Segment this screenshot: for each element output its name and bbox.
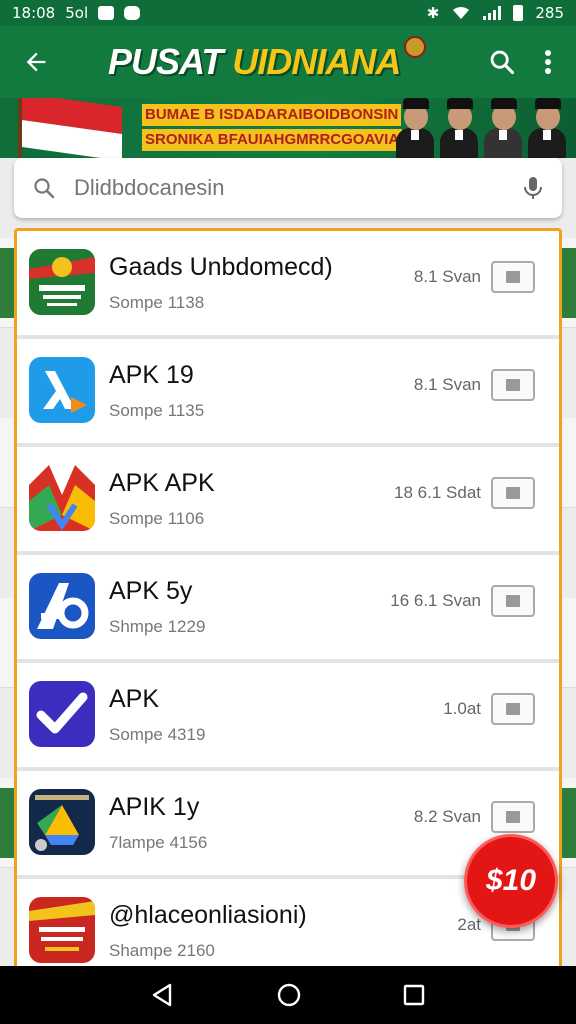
app-list-item[interactable]: Gaads Unbdomecd) Sompe 1138 8.1 Svan <box>17 231 559 335</box>
overflow-menu-button[interactable] <box>526 38 570 86</box>
promo-banner[interactable]: BUMAE B ISDADARAIBOIDBONSIN SRONIKA BFAU… <box>0 98 576 158</box>
app-subtitle: 7lampe 4156 <box>109 833 208 852</box>
system-nav-bar <box>0 966 576 1024</box>
emblem-icon <box>404 36 427 58</box>
download-button[interactable] <box>491 801 535 833</box>
download-button[interactable] <box>491 693 535 725</box>
app-name: APIK 1y <box>109 793 200 821</box>
app-subtitle: Sompe 1106 <box>109 509 205 528</box>
app-size: 1.0at <box>443 699 481 718</box>
search-icon <box>490 50 515 75</box>
a-letter-icon <box>29 573 95 639</box>
mic-icon[interactable] <box>522 175 544 201</box>
banner-people-image <box>396 98 566 158</box>
search-bar[interactable] <box>14 158 562 218</box>
app-list-item[interactable]: APK 5y Shmpe 1229 16 6.1 Svan <box>17 555 559 659</box>
maps-icon <box>29 465 95 531</box>
back-button[interactable] <box>8 34 64 90</box>
app-size: 2at <box>457 915 481 934</box>
notification-icon <box>98 6 115 20</box>
arrow-left-icon <box>26 52 46 72</box>
app-size: 8.1 Svan <box>413 375 481 394</box>
page-title: PUSAT UIDNIANA <box>108 41 401 83</box>
red-seal-icon <box>29 897 95 963</box>
price-fab-button[interactable]: $10 <box>464 834 558 928</box>
indonesia-flag-icon <box>22 98 122 158</box>
banner-line-1: BUMAE B ISDADARAIBOIDBONSIN <box>142 104 402 126</box>
home-circle-icon[interactable] <box>276 982 302 1008</box>
app-name: Gaads Unbdomecd) <box>109 253 333 281</box>
drive-icon <box>29 789 95 855</box>
recents-square-icon[interactable] <box>402 983 426 1007</box>
app-name: APK 19 <box>109 361 194 389</box>
battery-level: 285 <box>535 4 564 22</box>
search-button[interactable] <box>478 38 526 86</box>
status-extra: 5ol <box>65 4 89 22</box>
signal-icon <box>483 6 502 20</box>
more-vert-icon <box>545 50 551 74</box>
back-triangle-icon[interactable] <box>150 982 176 1008</box>
green-seal-icon <box>29 249 95 315</box>
download-icon <box>506 703 520 715</box>
app-name: APK 5y <box>109 577 193 605</box>
app-size: 8.2 Svan <box>413 807 481 826</box>
checkmark-icon <box>29 681 95 747</box>
download-icon <box>506 595 520 607</box>
banner-text: BUMAE B ISDADARAIBOIDBONSIN SRONIKA BFAU… <box>142 104 403 154</box>
title-part-2: UIDNIANA <box>232 41 401 82</box>
app-name: APK <box>109 685 160 713</box>
app-subtitle: Sompe 4319 <box>109 725 206 744</box>
notification-icon-2 <box>124 6 141 20</box>
download-icon <box>506 379 520 391</box>
banner-line-2: SRONIKA BFAUIAHGMRRCGOAVIA <box>142 129 403 151</box>
title-part-1: PUSAT <box>108 41 223 82</box>
download-icon <box>506 487 520 499</box>
app-subtitle: Sompe 1135 <box>109 401 205 420</box>
download-icon <box>506 271 520 283</box>
app-list-item[interactable]: APK 19 Sompe 1135 8.1 Svan <box>17 339 559 443</box>
bluetooth-icon: ✱ <box>426 4 440 22</box>
download-button[interactable] <box>491 585 535 617</box>
app-list-item[interactable]: APK APK Sompe 1106 18 6.1 Sdat <box>17 447 559 551</box>
app-subtitle: Sompe 1138 <box>109 293 205 312</box>
lambda-play-icon <box>29 357 95 423</box>
status-time: 18:08 <box>12 4 56 22</box>
download-button[interactable] <box>491 477 535 509</box>
app-bar: PUSAT UIDNIANA <box>0 26 576 98</box>
app-size: 8.1 Svan <box>413 267 481 286</box>
search-icon <box>34 178 55 199</box>
download-icon <box>506 811 520 823</box>
app-name: @hlaceonliasioni) <box>109 901 307 929</box>
battery-icon <box>513 5 524 21</box>
wifi-icon <box>453 6 470 19</box>
app-name: APK APK <box>109 469 215 497</box>
app-subtitle: Shampe 2160 <box>109 941 215 960</box>
app-size: 18 6.1 Sdat <box>394 483 481 502</box>
app-subtitle: Shmpe 1229 <box>109 617 206 636</box>
status-bar: 18:08 5ol ✱ 285 <box>0 0 576 26</box>
app-list-item[interactable]: APK Sompe 4319 1.0at <box>17 663 559 767</box>
search-input[interactable] <box>74 175 522 201</box>
download-button[interactable] <box>491 261 535 293</box>
download-button[interactable] <box>491 369 535 401</box>
app-size: 16 6.1 Svan <box>390 591 481 610</box>
